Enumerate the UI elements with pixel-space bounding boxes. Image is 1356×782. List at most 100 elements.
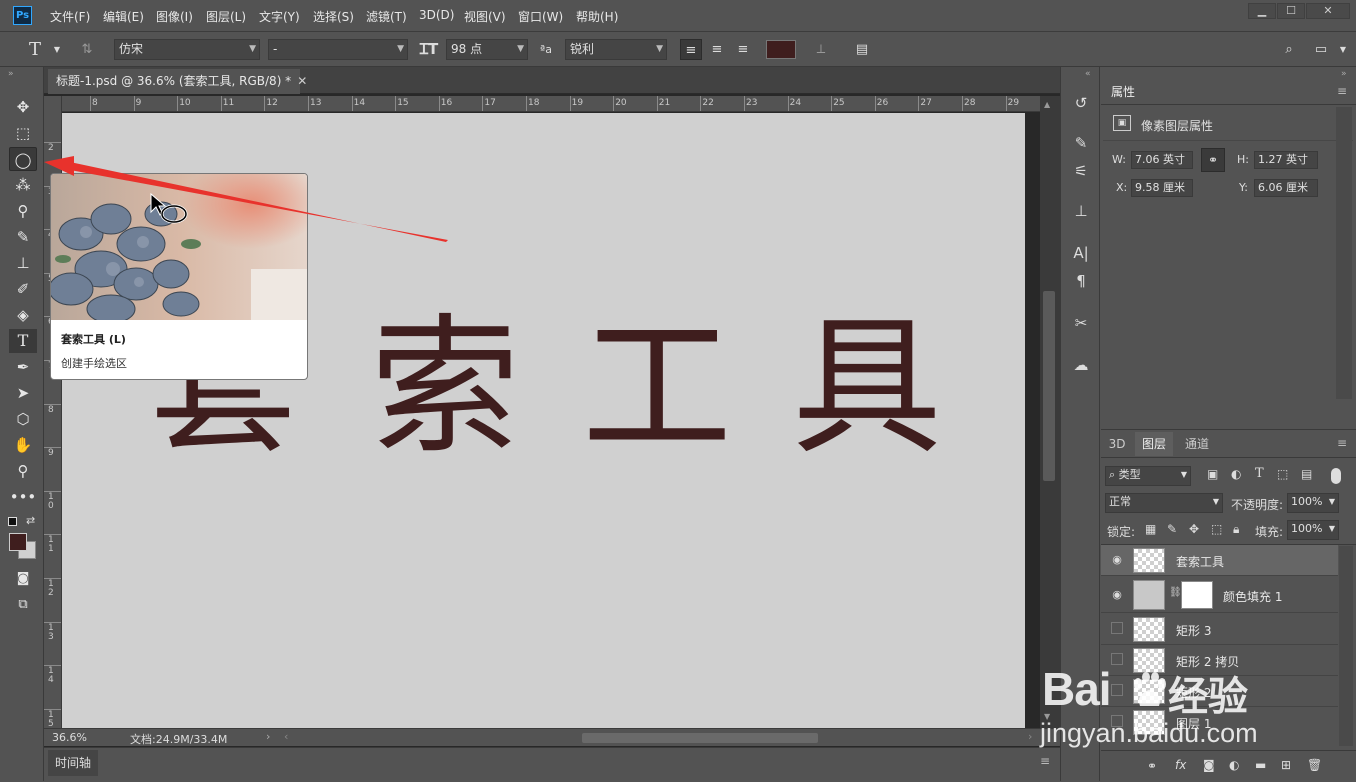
layer-row[interactable]: 矩形 3	[1101, 614, 1338, 645]
align-right-icon[interactable]: ≡	[732, 39, 754, 60]
fx-icon[interactable]: fx	[1175, 758, 1186, 772]
magic-wand-tool-icon[interactable]: ⁂	[9, 173, 37, 197]
path-selection-tool-icon[interactable]: ➤	[9, 381, 37, 405]
layer-mask-thumbnail[interactable]	[1181, 581, 1213, 609]
timeline-tab[interactable]: 时间轴	[48, 750, 98, 776]
libraries-panel-icon[interactable]: ☁	[1069, 353, 1093, 377]
trash-icon[interactable]: 🗑︎	[1307, 758, 1322, 772]
tab-3d[interactable]: 3D	[1101, 432, 1133, 456]
type-tool-icon[interactable]: T	[9, 329, 37, 353]
filter-pixel-icon[interactable]: ▣	[1207, 467, 1218, 481]
menu-view[interactable]: 视图(V)	[464, 8, 506, 25]
link-icon[interactable]: ⚭	[1201, 148, 1225, 172]
width-field[interactable]: 7.06 英寸	[1131, 151, 1193, 169]
scroll-thumb[interactable]	[1043, 291, 1055, 481]
menu-type[interactable]: 文字(Y)	[259, 8, 300, 25]
character-panel-icon[interactable]: A|	[1069, 241, 1093, 265]
menu-file[interactable]: 文件(F)	[50, 8, 90, 25]
maximize-icon[interactable]: ☐	[1277, 3, 1305, 19]
warp-text-icon[interactable]: ⟂	[810, 39, 832, 60]
marquee-tool-icon[interactable]: ⬚	[9, 121, 37, 145]
foreground-color-swatch[interactable]	[9, 533, 27, 551]
type-tool-preset-icon[interactable]: T	[24, 39, 46, 60]
character-panel-icon[interactable]: ▤	[851, 39, 873, 60]
filter-toggle[interactable]	[1331, 468, 1341, 484]
screen-mode-icon[interactable]: ⧉	[9, 593, 37, 617]
filter-smart-object-icon[interactable]: ▤	[1301, 467, 1312, 481]
pen-tool-icon[interactable]: ✒	[9, 355, 37, 379]
scroll-left-icon[interactable]: ‹	[284, 730, 288, 743]
eye-icon[interactable]: ◉	[1110, 588, 1124, 602]
visibility-toggle[interactable]	[1111, 622, 1123, 634]
tab-channels[interactable]: 通道	[1177, 432, 1217, 456]
text-color-swatch[interactable]	[766, 40, 796, 59]
menu-filter[interactable]: 滤镜(T)	[366, 8, 407, 25]
collapse-icon[interactable]: »	[8, 69, 14, 79]
zoom-level[interactable]: 36.6%	[52, 731, 87, 744]
close-icon[interactable]: ✕	[1306, 3, 1350, 19]
lasso-tool-icon[interactable]: ◯	[9, 147, 37, 171]
new-group-icon[interactable]: ▬	[1255, 758, 1266, 772]
layer-row[interactable]: ◉ ⛓︎ 颜色填充 1	[1101, 577, 1338, 613]
shape-tool-icon[interactable]: ⬡	[9, 407, 37, 431]
font-style-select[interactable]: - ▼	[268, 39, 408, 60]
search-icon[interactable]: ⌕	[1278, 39, 1300, 60]
horizontal-scroll-thumb[interactable]	[582, 733, 818, 743]
fill-field[interactable]: 100% ▼	[1287, 520, 1339, 540]
new-layer-icon[interactable]: ⊞	[1281, 758, 1291, 772]
menu-layer[interactable]: 图层(L)	[206, 8, 246, 25]
antialias-select[interactable]: 锐利 ▼	[565, 39, 667, 60]
align-center-icon[interactable]: ≡	[706, 39, 728, 60]
clone-source-panel-icon[interactable]: ⊥	[1069, 199, 1093, 223]
eraser-tool-icon[interactable]: ◈	[9, 303, 37, 327]
lock-all-icon[interactable]: 🔒︎	[1233, 522, 1239, 537]
panel-menu-icon[interactable]: ≡	[1337, 436, 1347, 450]
menu-3d[interactable]: 3D(D)	[419, 8, 454, 22]
zoom-tool-icon[interactable]: ⚲	[9, 459, 37, 483]
lock-transparent-icon[interactable]: ▦	[1145, 522, 1156, 536]
workspace-icon[interactable]: ▭	[1310, 39, 1332, 60]
chevron-down-icon[interactable]: ▼	[46, 39, 68, 60]
link-layers-icon[interactable]: ⚭	[1147, 759, 1157, 773]
add-mask-icon[interactable]: ◙	[1203, 758, 1215, 772]
layer-row[interactable]: ◉ 套索工具	[1101, 545, 1338, 576]
blend-mode-select[interactable]: 正常 ▼	[1105, 493, 1223, 513]
align-left-icon[interactable]: ≡	[680, 39, 702, 60]
eye-icon[interactable]: ◉	[1110, 553, 1124, 567]
y-field[interactable]: 6.06 厘米	[1254, 179, 1318, 197]
lock-position-icon[interactable]: ✥	[1189, 522, 1199, 536]
minimize-icon[interactable]: ▁	[1248, 3, 1276, 19]
history-brush-tool-icon[interactable]: ✐	[9, 277, 37, 301]
tab-properties[interactable]: 属性	[1103, 80, 1143, 104]
move-tool-icon[interactable]: ✥	[9, 95, 37, 119]
adjustments-panel-icon[interactable]: ⚟	[1069, 159, 1093, 183]
text-orientation-icon[interactable]: ⇅	[76, 39, 98, 60]
new-adjustment-icon[interactable]: ◐	[1229, 758, 1239, 772]
swap-colors-icon[interactable]: ⇄	[26, 514, 35, 527]
layers-scrollbar[interactable]	[1339, 546, 1353, 746]
document-tab[interactable]: 标题-1.psd @ 36.6% (套索工具, RGB/8) * ✕	[48, 69, 307, 94]
collapse-icon[interactable]: »	[1341, 69, 1347, 79]
layer-filter-select[interactable]: ⌕ 类型 ▼	[1105, 466, 1191, 486]
filter-adjustment-icon[interactable]: ◐	[1231, 467, 1241, 481]
vertical-scrollbar[interactable]: ▲ ▼	[1040, 96, 1060, 728]
menu-select[interactable]: 选择(S)	[313, 8, 354, 25]
history-panel-icon[interactable]: ↺	[1069, 91, 1093, 115]
more-tools-icon[interactable]: •••	[9, 485, 37, 509]
chain-icon[interactable]: ⛓︎	[1169, 587, 1182, 598]
scroll-up-icon[interactable]: ▲	[1044, 100, 1050, 109]
panel-menu-icon[interactable]: ≡	[1337, 84, 1347, 98]
height-field[interactable]: 1.27 英寸	[1254, 151, 1318, 169]
stamp-tool-icon[interactable]: ⊥	[9, 251, 37, 275]
collapse-icon[interactable]: «	[1085, 69, 1091, 79]
hand-tool-icon[interactable]: ✋	[9, 433, 37, 457]
filter-type-icon[interactable]: T	[1255, 466, 1264, 481]
menu-window[interactable]: 窗口(W)	[518, 8, 563, 25]
paragraph-panel-icon[interactable]: ¶	[1069, 269, 1093, 293]
properties-scrollbar[interactable]	[1336, 107, 1352, 399]
tab-layers[interactable]: 图层	[1135, 432, 1173, 456]
default-colors-icon[interactable]	[8, 517, 17, 526]
x-field[interactable]: 9.58 厘米	[1131, 179, 1193, 197]
lock-brush-icon[interactable]: ✎	[1167, 522, 1177, 536]
menu-help[interactable]: 帮助(H)	[576, 8, 618, 25]
